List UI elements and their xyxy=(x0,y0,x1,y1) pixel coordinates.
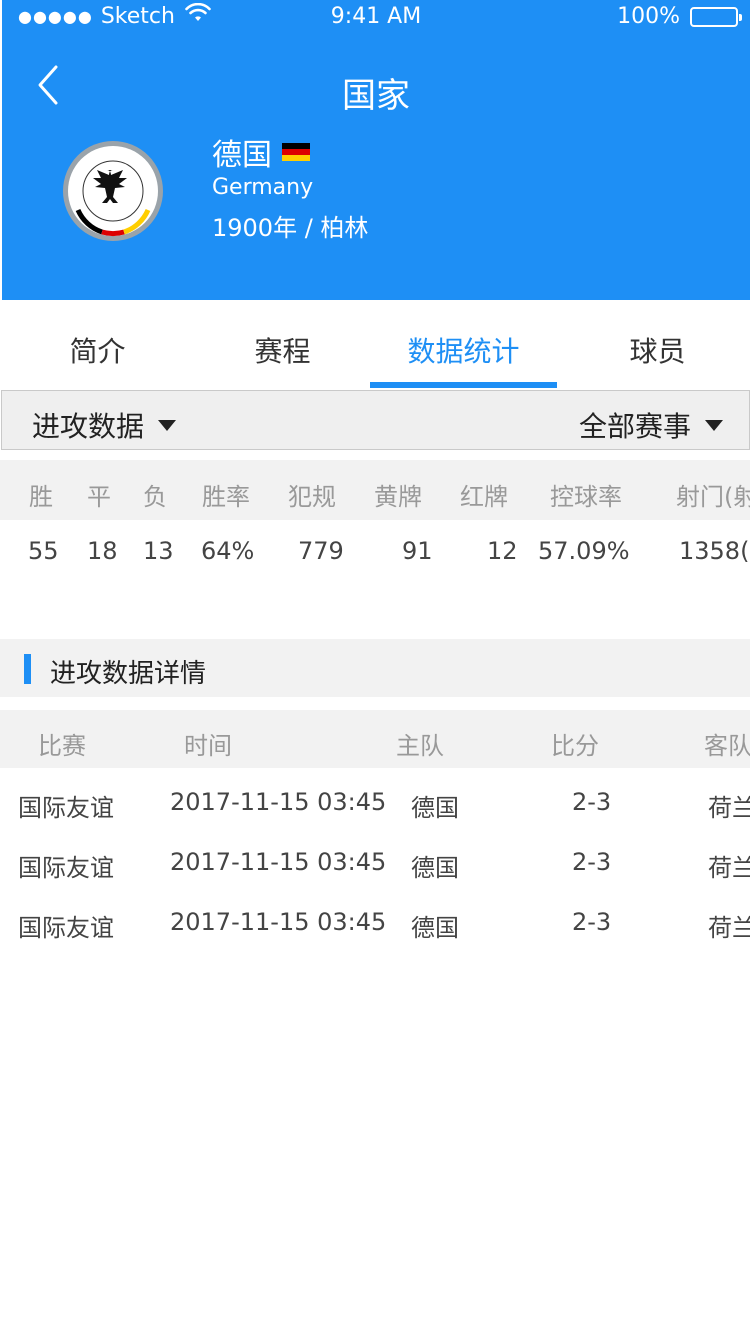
tab-schedule[interactable]: 赛程 xyxy=(225,330,340,370)
team-name: 德国 xyxy=(212,138,272,173)
stats-header-draws: 平 xyxy=(87,483,111,511)
tab-bar: 简介 赛程 数据统计 球员 xyxy=(0,300,750,390)
home-team: 德国 xyxy=(411,854,459,882)
team-english-name: Germany xyxy=(212,175,314,200)
detail-header-home: 主队 xyxy=(396,732,444,760)
team-logo xyxy=(62,140,164,242)
caret-down-icon xyxy=(158,419,177,431)
away-team: 荷兰 xyxy=(708,914,750,942)
home-team: 德国 xyxy=(411,794,459,822)
tab-statistics[interactable]: 数据统计 xyxy=(370,330,557,370)
battery-icon xyxy=(690,6,742,27)
tab-intro[interactable]: 简介 xyxy=(40,330,155,370)
match-type: 国际友谊 xyxy=(18,914,114,942)
data-type-label: 进攻数据 xyxy=(32,410,145,443)
home-team: 德国 xyxy=(411,914,459,942)
status-bar: ●●●●● Sketch 9:41 AM 100% xyxy=(2,0,750,36)
team-name-row: 德国 xyxy=(212,130,310,174)
stats-value-yellow-cards: 91 xyxy=(402,537,433,565)
team-founded-city: 1900年 / 柏林 xyxy=(212,214,369,242)
match-time: 2017-11-15 03:45 xyxy=(170,908,387,936)
status-battery-group: 100% xyxy=(617,4,742,29)
detail-header-score: 比分 xyxy=(551,732,599,760)
away-team: 荷兰 xyxy=(708,794,750,822)
battery-percent: 100% xyxy=(617,4,680,29)
table-row[interactable]: 国际友谊 2017-11-15 03:45 德国 2-3 荷兰 xyxy=(0,771,750,831)
table-row[interactable]: 国际友谊 2017-11-15 03:45 德国 2-3 荷兰 xyxy=(0,831,750,891)
match-score: 2-3 xyxy=(572,788,612,816)
filter-bar: 进攻数据 全部赛事 xyxy=(1,390,750,450)
caret-down-icon xyxy=(705,419,723,431)
tab-players[interactable]: 球员 xyxy=(600,330,715,370)
section-title: 进攻数据详情 xyxy=(50,659,207,689)
detail-header-time: 时间 xyxy=(184,732,232,760)
tab-active-indicator xyxy=(370,382,557,388)
stats-header-fouls: 犯规 xyxy=(288,483,336,511)
stats-value-row: 55 18 13 64% 779 91 12 57.09% 1358(6 xyxy=(0,520,750,580)
away-team: 荷兰 xyxy=(708,854,750,882)
stats-header-wins: 胜 xyxy=(29,483,53,511)
stats-value-win-rate: 64% xyxy=(201,537,255,565)
germany-flag-icon xyxy=(282,143,310,161)
detail-header-away: 客队 xyxy=(704,732,750,760)
match-score: 2-3 xyxy=(572,848,612,876)
match-type: 国际友谊 xyxy=(18,854,114,882)
eagle-crest-icon xyxy=(63,141,163,241)
stats-header-win-rate: 胜率 xyxy=(202,483,250,511)
stats-header-yellow-cards: 黄牌 xyxy=(374,483,422,511)
stats-header-shots: 射门(射正) xyxy=(676,483,750,511)
data-type-dropdown[interactable]: 进攻数据 xyxy=(32,405,177,445)
page-title: 国家 xyxy=(342,76,410,116)
match-time: 2017-11-15 03:45 xyxy=(170,848,387,876)
stats-value-fouls: 779 xyxy=(298,537,344,565)
competition-dropdown[interactable]: 全部赛事 xyxy=(579,405,723,445)
section-header: 进攻数据详情 xyxy=(0,639,750,697)
detail-header-match: 比赛 xyxy=(38,732,86,760)
stats-header-red-cards: 红牌 xyxy=(460,483,508,511)
stats-value-shots: 1358(6 xyxy=(679,537,750,565)
stats-value-draws: 18 xyxy=(87,537,118,565)
match-score: 2-3 xyxy=(572,908,612,936)
match-time: 2017-11-15 03:45 xyxy=(170,788,387,816)
section-accent-bar xyxy=(24,654,31,684)
stats-header-possession: 控球率 xyxy=(550,483,622,511)
table-row[interactable]: 国际友谊 2017-11-15 03:45 德国 2-3 荷兰 xyxy=(0,891,750,951)
stats-value-red-cards: 12 xyxy=(487,537,518,565)
stats-header-row: 胜 平 负 胜率 犯规 黄牌 红牌 控球率 射门(射正) xyxy=(0,460,750,520)
competition-label: 全部赛事 xyxy=(578,410,691,443)
stats-value-losses: 13 xyxy=(143,537,174,565)
team-header: ●●●●● Sketch 9:41 AM 100% 国家 德国 Germany … xyxy=(2,0,750,300)
stats-value-possession: 57.09% xyxy=(538,537,630,565)
stats-value-wins: 55 xyxy=(28,537,59,565)
detail-header-row: 比赛 时间 主队 比分 客队 xyxy=(0,710,750,768)
match-type: 国际友谊 xyxy=(18,794,114,822)
stats-header-losses: 负 xyxy=(143,483,167,511)
